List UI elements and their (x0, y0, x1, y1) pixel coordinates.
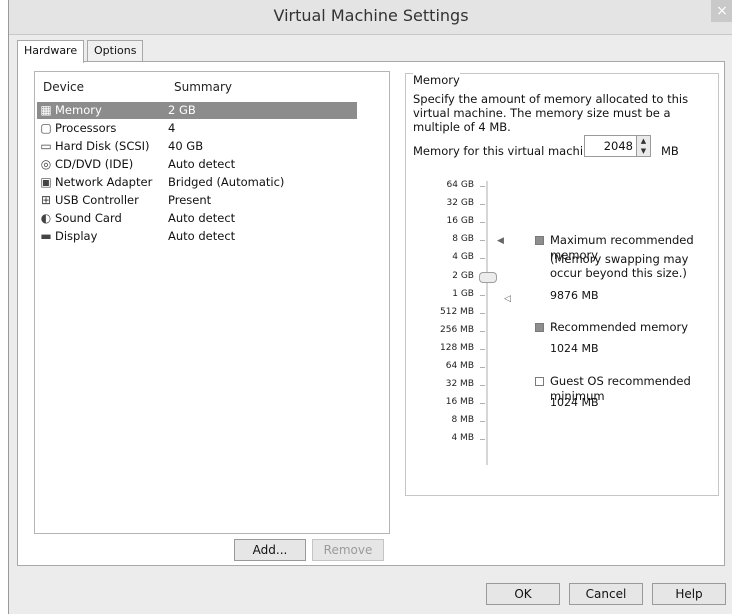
device-name: Hard Disk (SCSI) (55, 139, 150, 153)
device-row-network-adapter[interactable]: ▣ Network Adapter Bridged (Automatic) (37, 174, 357, 191)
add-button[interactable]: Add... (234, 539, 306, 561)
vm-settings-window: Virtual Machine Settings × Hardware Opti… (8, 0, 732, 614)
memory-description: Specify the amount of memory allocated t… (413, 92, 689, 134)
summary-column-header: Summary (174, 80, 232, 94)
device-row-sound-card[interactable]: ◐ Sound Card Auto detect (37, 210, 357, 227)
scale-label: 32 MB (445, 379, 474, 390)
device-name: CD/DVD (IDE) (55, 157, 134, 171)
memory-icon: ▦ (40, 103, 52, 117)
scale-tick (480, 421, 485, 422)
device-column-header: Device (43, 80, 85, 94)
max-recommended-swatch (535, 236, 544, 245)
tab-hardware[interactable]: Hardware (17, 40, 85, 63)
device-summary: Bridged (Automatic) (168, 175, 285, 189)
max-recommended-note-1: (Memory swapping may (550, 252, 689, 266)
scale-tick (480, 367, 485, 368)
device-row-cd-dvd[interactable]: ◎ CD/DVD (IDE) Auto detect (37, 156, 357, 173)
scale-label: 64 GB (446, 180, 474, 190)
max-recommended-marker-icon: ◀ (497, 236, 504, 246)
recommended-label: Recommended memory (550, 320, 689, 334)
speaker-icon: ◐ (40, 211, 52, 225)
title-bar: Virtual Machine Settings × (9, 0, 732, 35)
max-recommended-value: 9876 MB (550, 289, 599, 302)
scale-label: 4 GB (452, 252, 474, 263)
scale-label: 256 MB (440, 324, 474, 335)
usb-icon: ⊞ (40, 193, 52, 207)
device-name: Memory (55, 103, 102, 117)
scale-tick (480, 222, 485, 223)
close-icon: × (716, 3, 728, 19)
spin-up-icon[interactable]: ▲ (637, 136, 650, 146)
device-name: USB Controller (55, 193, 139, 207)
device-row-hard-disk[interactable]: ▭ Hard Disk (SCSI) 40 GB (37, 138, 357, 155)
guest-min-swatch (535, 377, 544, 386)
memory-field-label: Memory for this virtual machine: (413, 144, 602, 158)
device-summary: Auto detect (168, 211, 236, 225)
memory-unit-label: MB (661, 144, 679, 158)
device-summary: Auto detect (168, 157, 236, 171)
monitor-icon: ▬ (40, 229, 52, 243)
scale-label: 64 MB (445, 361, 474, 371)
memory-spinner[interactable]: ▲ ▼ (636, 135, 651, 157)
device-name: Sound Card (55, 211, 122, 225)
cancel-button[interactable]: Cancel (569, 583, 643, 605)
device-name: Display (55, 229, 98, 243)
hard-disk-icon: ▭ (40, 139, 52, 153)
guest-min-value: 1024 MB (550, 396, 599, 409)
scale-tick (480, 439, 485, 440)
scale-tick (480, 313, 485, 314)
scale-label: 16 GB (446, 216, 474, 227)
help-button[interactable]: Help (652, 583, 726, 605)
device-list: Device Summary ▦ Memory 2 GB ▢ Processor… (34, 71, 390, 534)
device-name: Network Adapter (55, 175, 153, 189)
scale-label: 2 GB (452, 270, 474, 281)
device-summary: Auto detect (168, 229, 236, 243)
device-name: Processors (55, 121, 117, 135)
scale-label: 1 GB (452, 288, 474, 299)
scale-tick (480, 186, 485, 187)
scale-label: 8 MB (451, 415, 474, 426)
device-summary: Present (168, 193, 212, 207)
scale-tick (480, 403, 485, 404)
memory-slider-thumb[interactable] (479, 272, 497, 283)
memory-size-input[interactable]: 2048 (584, 135, 638, 157)
memory-group-title: Memory (413, 73, 460, 87)
scale-label: 16 MB (445, 397, 474, 408)
scale-tick (480, 204, 485, 205)
recommended-swatch (535, 323, 544, 332)
scale-tick (480, 331, 485, 332)
recommended-value: 1024 MB (550, 342, 599, 355)
window-title: Virtual Machine Settings (273, 6, 469, 25)
scale-label: 4 MB (451, 433, 474, 444)
scale-label: 8 GB (452, 234, 474, 245)
recommended-marker-icon: ◁ (504, 294, 511, 304)
ok-button[interactable]: OK (486, 583, 560, 605)
scale-label: 128 MB (440, 342, 474, 353)
device-row-display[interactable]: ▬ Display Auto detect (37, 228, 357, 245)
scale-label: 512 MB (440, 306, 474, 317)
network-adapter-icon: ▣ (40, 175, 52, 189)
device-summary: 4 (168, 121, 176, 135)
processor-icon: ▢ (40, 121, 52, 135)
device-summary: 40 GB (168, 139, 204, 153)
memory-slider-track[interactable] (486, 181, 488, 465)
device-row-memory[interactable]: ▦ Memory 2 GB (37, 102, 357, 119)
spin-down-icon[interactable]: ▼ (637, 146, 650, 156)
close-button[interactable]: × (711, 0, 732, 22)
cd-dvd-icon: ◎ (40, 157, 52, 171)
scale-tick (480, 258, 485, 259)
device-row-usb-controller[interactable]: ⊞ USB Controller Present (37, 192, 357, 209)
tab-options[interactable]: Options (87, 40, 144, 61)
device-summary: 2 GB (168, 103, 196, 117)
device-row-processors[interactable]: ▢ Processors 4 (37, 120, 357, 137)
scale-tick (480, 349, 485, 350)
scale-tick (480, 240, 485, 241)
max-recommended-note-2: occur beyond this size.) (550, 266, 687, 280)
scale-tick (480, 295, 485, 296)
scale-tick (480, 385, 485, 386)
scale-label: 32 GB (446, 198, 474, 209)
remove-button[interactable]: Remove (312, 539, 384, 561)
